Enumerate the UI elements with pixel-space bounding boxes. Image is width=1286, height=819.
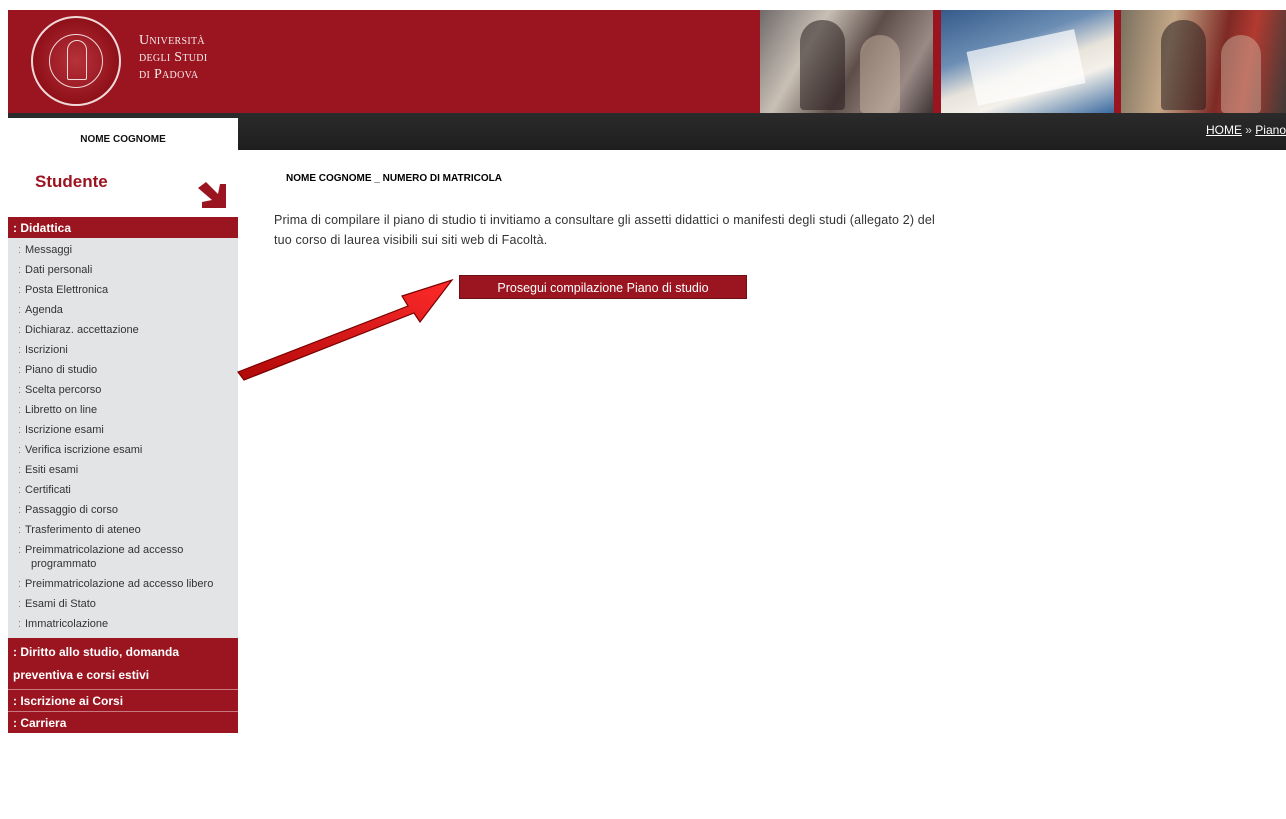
sidebar-item-label: Iscrizione esami [25,424,104,436]
sidebar-menu: : Didattica : Messaggi: Dati personali: Pos… [8,217,238,733]
bullet-icon: : [18,404,22,416]
bullet-icon: : [18,324,22,336]
university-name[interactable]: Università degli Studi di Padova [139,32,207,83]
seal-figure [67,40,87,80]
sidebar-item[interactable]: : Iscrizione esami [8,420,238,440]
section-iscrizione-corsi[interactable]: : Iscrizione ai Corsi [8,689,238,711]
user-tab: NOME COGNOME [8,118,238,150]
didattica-list: : Messaggi: Dati personali: Posta Elettroni… [8,238,238,638]
sidebar-item-label: Preimmatricolazione ad accesso libero [25,578,214,590]
sidebar-item[interactable]: : Trasferimento di ateneo [8,520,238,540]
sidebar-item[interactable]: : Dichiaraz. accettazione [8,320,238,340]
bullet-icon: : [18,544,22,556]
logo-line-3: di Padova [139,67,199,82]
sidebar-item-label: Libretto on line [25,404,98,416]
photo-figure [860,35,900,113]
sidebar-item[interactable]: : Passaggio di corso [8,500,238,520]
sidebar-item-label: Passaggio di corso [25,504,118,516]
header-photo-blackboard [1121,10,1286,113]
sidebar-item-label: Verifica iscrizione esami [25,444,143,456]
sidebar-item[interactable]: : Posta Elettronica [8,280,238,300]
sidebar-item-label: Scelta percorso [25,384,102,396]
sidebar-item[interactable]: : Scelta percorso [8,380,238,400]
bullet-icon: : [18,618,22,630]
bullet-icon: : [18,424,22,436]
arrow-down-right-icon [198,182,226,208]
sidebar-item-label: Immatricolazione [25,618,109,630]
sidebar-item-label: Certificati [25,484,71,496]
bullet-icon: : [18,484,22,496]
bullet-icon: : [18,524,22,536]
sidebar-item[interactable]: : Certificati [8,480,238,500]
sidebar-item-label: Posta Elettronica [25,284,109,296]
sidebar-item[interactable]: : Esiti esami [8,460,238,480]
breadcrumb-home-link[interactable]: HOME [1206,123,1242,137]
sidebar-item-label: Agenda [25,304,63,316]
sidebar-item[interactable]: : Agenda [8,300,238,320]
photo-figure [800,20,845,110]
student-id: NOME COGNOME _ NUMERO DI MATRICOLA [286,173,502,184]
sidebar-item[interactable]: : Libretto on line [8,400,238,420]
top-strip [0,0,1286,10]
bullet-icon: : [18,444,22,456]
sidebar-item[interactable]: : Messaggi [8,240,238,260]
sidebar-item-label: Messaggi [25,244,73,256]
sidebar-item-label: Esiti esami [25,464,79,476]
sidebar-item[interactable]: : Piano di studio [8,360,238,380]
photo-sheet [966,29,1086,106]
sidebar-item[interactable]: : Verifica iscrizione esami [8,440,238,460]
logo-line-2: degli Studi [139,50,208,65]
site-header: Università degli Studi di Padova [8,10,1286,113]
sidebar-item[interactable]: : Preimmatricolazione ad accesso libero [8,574,238,594]
sidebar-item[interactable]: : Preimmatricolazione ad accesso programm… [8,540,238,574]
university-seal-logo[interactable] [31,16,121,106]
bullet-icon: : [18,598,22,610]
photo-figure [1161,20,1206,110]
annotation-arrow-icon [237,278,454,381]
section-carriera[interactable]: : Carriera [8,711,238,733]
bullet-icon: : [18,504,22,516]
header-photo-papers [941,10,1114,113]
bullet-icon: : [18,284,22,296]
bullet-icon: : [18,464,22,476]
bullet-icon: : [18,304,22,316]
photo-figure [1221,35,1261,113]
sidebar-item[interactable]: : Iscrizioni [8,340,238,360]
sidebar-item-label: Iscrizioni [25,344,68,356]
sidebar-item-label: Piano di studio [25,364,98,376]
sidebar-item-label: Preimmatricolazione ad accesso programma… [25,544,184,570]
sidebar-item[interactable]: : Dati personali [8,260,238,280]
section-didattica[interactable]: : Didattica [8,217,238,238]
sidebar-item-label: Esami di Stato [25,598,96,610]
bullet-icon: : [18,578,22,590]
sidebar-item[interactable]: : Esami di Stato [8,594,238,614]
sidebar-item-label: Dati personali [25,264,93,276]
sidebar-item-label: Trasferimento di ateneo [25,524,141,536]
sidebar-item-label: Dichiaraz. accettazione [25,324,139,336]
breadcrumb: HOME » Piano [1206,123,1286,137]
intro-text: Prima di compilare il piano di studio ti… [274,213,935,247]
bullet-icon: : [18,244,22,256]
bullet-icon: : [18,384,22,396]
role-title: Studente [35,172,108,191]
bullet-icon: : [18,264,22,276]
section-diritto-allo-studio[interactable]: : Diritto allo studio, domanda preventiv… [8,638,238,689]
continue-study-plan-button[interactable]: Prosegui compilazione Piano di studio [459,275,747,299]
user-name: NOME COGNOME [80,134,166,145]
sidebar-item[interactable]: : Immatricolazione [8,614,238,634]
header-photo-students [760,10,933,113]
bullet-icon: : [18,364,22,376]
bullet-icon: : [18,344,22,356]
sidebar: NOME COGNOME Studente : Didattica : Messa… [8,118,238,819]
breadcrumb-current-link[interactable]: Piano [1255,123,1286,137]
breadcrumb-separator: » [1241,123,1256,137]
logo-line-1: Università [139,33,205,48]
